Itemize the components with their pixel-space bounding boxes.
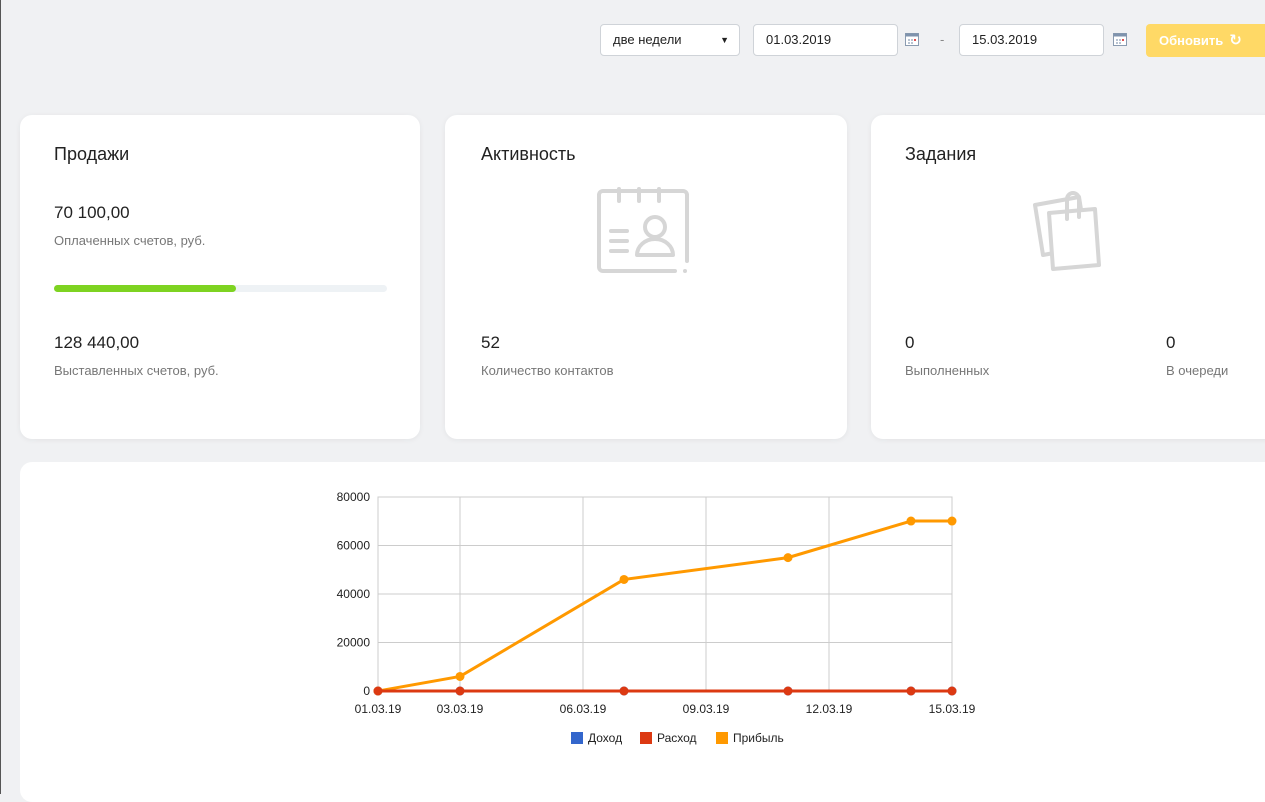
data-point xyxy=(906,516,916,526)
data-point xyxy=(455,671,465,681)
y-tick-label: 80000 xyxy=(337,490,371,504)
y-tick-label: 20000 xyxy=(337,636,371,650)
paid-progress-bar xyxy=(54,285,387,292)
date-from-input[interactable]: 01.03.2019 xyxy=(753,24,898,56)
x-tick-label: 01.03.19 xyxy=(355,702,402,716)
legend-swatch xyxy=(716,732,728,744)
tasks-title: Задания xyxy=(905,144,977,164)
data-point xyxy=(947,686,957,696)
contact-card-icon xyxy=(597,187,689,273)
calendar-icon[interactable] xyxy=(905,33,919,46)
data-point xyxy=(619,574,629,584)
contacts-value: 52 xyxy=(481,333,500,352)
sales-card: Продажи 70 100,00 Оплаченных счетов, руб… xyxy=(20,115,420,439)
x-tick-label: 03.03.19 xyxy=(437,702,484,716)
period-select-value: две недели xyxy=(613,32,682,47)
y-tick-label: 60000 xyxy=(337,539,371,553)
queue-label: В очереди xyxy=(1166,363,1229,378)
refresh-icon: ↻ xyxy=(1229,32,1242,49)
x-tick-label: 09.03.19 xyxy=(683,702,730,716)
legend-swatch xyxy=(571,732,583,744)
data-point xyxy=(373,686,383,696)
tasks-card: Задания 0 Выполненных 0 В очереди xyxy=(871,115,1265,439)
date-separator: - xyxy=(940,32,945,47)
y-tick-label: 40000 xyxy=(337,587,371,601)
data-point xyxy=(619,686,629,696)
refresh-button[interactable]: Обновить ↻ xyxy=(1146,24,1265,57)
chevron-down-icon: ▼ xyxy=(720,35,729,45)
date-to-input[interactable]: 15.03.2019 xyxy=(959,24,1104,56)
sales-title: Продажи xyxy=(54,144,130,164)
done-label: Выполненных xyxy=(905,363,990,378)
period-select[interactable]: две недели ▼ xyxy=(600,24,740,56)
x-tick-label: 06.03.19 xyxy=(560,702,607,716)
paid-value: 70 100,00 xyxy=(54,203,130,222)
queue-value: 0 xyxy=(1166,333,1176,352)
done-value: 0 xyxy=(905,333,915,352)
activity-card: Активность 52 Количество контактов xyxy=(445,115,847,439)
calendar-icon[interactable] xyxy=(1113,33,1127,46)
legend-label: Прибыль xyxy=(733,731,784,745)
legend-label: Расход xyxy=(657,731,697,745)
legend-swatch xyxy=(640,732,652,744)
x-tick-label: 15.03.19 xyxy=(929,702,976,716)
issued-label: Выставленных счетов, руб. xyxy=(54,363,219,378)
issued-value: 128 440,00 xyxy=(54,333,140,352)
x-tick-label: 12.03.19 xyxy=(806,702,853,716)
legend-label: Доход xyxy=(588,731,622,745)
profit-line-chart: 0 20000 40000 60000 80000 01.03.19 03.03.19 06.… xyxy=(337,490,976,745)
notes-icon xyxy=(1033,191,1101,271)
data-point xyxy=(455,686,465,696)
data-point xyxy=(783,553,793,563)
y-tick-label: 0 xyxy=(363,684,370,698)
data-point xyxy=(906,686,916,696)
activity-title: Активность xyxy=(481,144,576,164)
data-point xyxy=(783,686,793,696)
data-point xyxy=(947,516,957,526)
contacts-label: Количество контактов xyxy=(481,363,614,378)
paid-label: Оплаченных счетов, руб. xyxy=(54,233,206,248)
refresh-button-label: Обновить xyxy=(1159,33,1224,48)
paid-progress-fill xyxy=(54,285,236,292)
toolbar: две недели ▼ 01.03.2019 - 15.03.2019 Обн… xyxy=(0,24,1265,58)
chart-card: 0 20000 40000 60000 80000 01.03.19 03.03.19 06.… xyxy=(20,462,1265,802)
